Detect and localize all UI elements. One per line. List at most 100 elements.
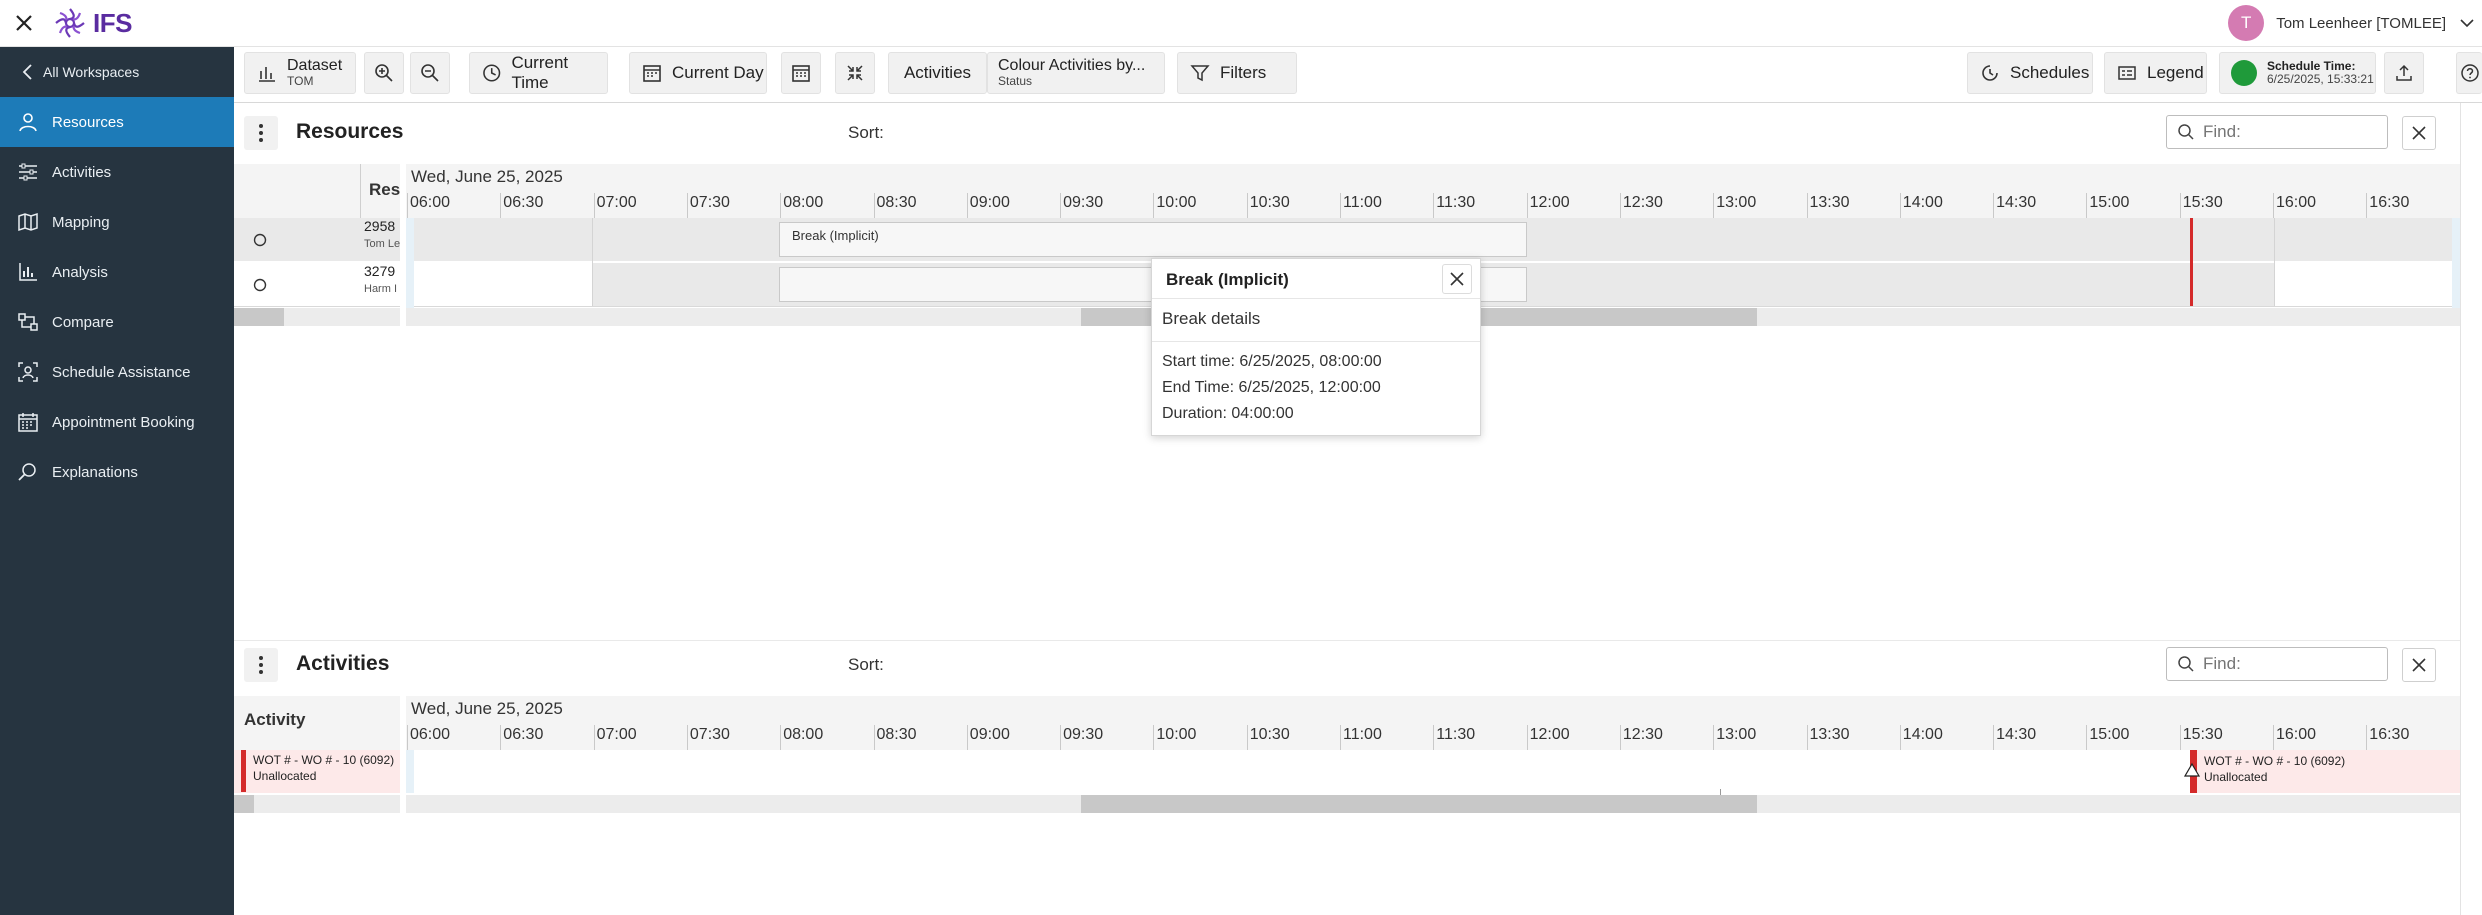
- activities-tick-label: 15:00: [2089, 726, 2130, 743]
- sidebar-item-analysis[interactable]: Analysis: [0, 247, 234, 297]
- activities-tick-label: 08:30: [876, 726, 917, 743]
- resources-column-header[interactable]: Reso: [369, 180, 403, 200]
- zoom-in-button[interactable]: [364, 52, 404, 94]
- activities-tick-line: [780, 725, 782, 750]
- zoom-out-button[interactable]: [410, 52, 450, 94]
- resources-find-field[interactable]: [2166, 115, 2388, 149]
- resource-select-radio[interactable]: [252, 277, 268, 293]
- activities-tick-label: 09:30: [1063, 726, 1104, 743]
- close-icon: [1450, 272, 1464, 286]
- resources-tick-line: [873, 193, 875, 218]
- schedules-button[interactable]: Schedules: [1967, 52, 2093, 94]
- all-workspaces-link[interactable]: All Workspaces: [0, 47, 234, 97]
- activities-timeline-scroll-thumb[interactable]: [1081, 795, 1757, 813]
- sidebar-item-compare[interactable]: Compare: [0, 297, 234, 347]
- schedule-time-status[interactable]: Schedule Time: 6/25/2025, 15:33:21: [2219, 52, 2376, 94]
- filters-button[interactable]: Filters: [1177, 52, 1297, 94]
- dataset-button[interactable]: Dataset TOM: [244, 52, 356, 94]
- resources-tick-label: 16:30: [2369, 194, 2410, 211]
- activities-tick-label: 07:00: [596, 726, 637, 743]
- activities-tick-line: [407, 725, 408, 750]
- resources-tick-line: [686, 193, 688, 218]
- resource-select-radio[interactable]: [252, 232, 268, 248]
- colour-value: Status: [998, 74, 1033, 89]
- resources-tick-line: [2273, 193, 2274, 218]
- current-day-button[interactable]: Current Day: [629, 52, 767, 94]
- legend-button[interactable]: Legend: [2104, 52, 2207, 94]
- bar-chart-icon: [259, 67, 275, 82]
- resources-left-scroll-thumb[interactable]: [234, 308, 284, 326]
- resource-id: 3279: [364, 263, 396, 279]
- top-bar: IFS T Tom Leenheer [TOMLEE]: [0, 0, 2482, 47]
- sidebar-item-label: Explanations: [52, 463, 138, 481]
- resources-tick-line: [1060, 193, 1062, 218]
- calendar-icon: [18, 413, 38, 432]
- export-button[interactable]: [2384, 52, 2424, 94]
- activity-timeline-row: [406, 750, 2460, 793]
- chevron-down-icon[interactable]: [2458, 14, 2476, 32]
- popup-divider: [1152, 341, 1480, 342]
- colour-activities-dropdown[interactable]: Colour Activities by... Status: [987, 52, 1165, 94]
- right-panel-edge: [2460, 103, 2482, 915]
- resources-tick-label: 15:30: [2182, 194, 2223, 211]
- user-menu[interactable]: T Tom Leenheer [TOMLEE]: [2228, 5, 2482, 41]
- break-block[interactable]: Break (Implicit): [779, 222, 1527, 257]
- resources-tick-line: [1153, 193, 1155, 218]
- activities-tick-line: [2273, 725, 2274, 750]
- close-icon[interactable]: [12, 11, 36, 35]
- avatar[interactable]: T: [2228, 5, 2265, 41]
- sidebar-item-activities[interactable]: Activities: [0, 147, 234, 197]
- resources-clear-button[interactable]: [2402, 116, 2436, 150]
- sidebar-item-label: Resources: [52, 113, 124, 131]
- sidebar-item-explanations[interactable]: Explanations: [0, 447, 234, 497]
- activities-menu-button[interactable]: [244, 648, 278, 682]
- fit-view-button[interactable]: [835, 52, 875, 94]
- activities-sort-label[interactable]: Sort:: [848, 655, 884, 675]
- popup-start-time: Start time: 6/25/2025, 08:00:00: [1162, 353, 1382, 370]
- zoom-in-icon: [375, 64, 393, 82]
- resources-tick-label: 08:30: [876, 194, 917, 211]
- break-block-label: Break (Implicit): [792, 228, 879, 243]
- activity-timeline-status: Unallocated: [2204, 770, 2268, 784]
- activities-clear-button[interactable]: [2402, 648, 2436, 682]
- activities-tick-line: [1619, 725, 1621, 750]
- activities-tick-label: 15:30: [2182, 726, 2223, 743]
- current-time-label: Current Time: [511, 53, 569, 92]
- sidebar-item-resources[interactable]: Resources: [0, 97, 234, 147]
- activities-find-input[interactable]: [2203, 654, 2373, 674]
- help-button[interactable]: [2456, 52, 2482, 94]
- activity-timeline-label: WOT # - WO # - 10 (6092): [2204, 754, 2346, 768]
- resources-tick-line: [966, 193, 968, 218]
- resources-sort-label[interactable]: Sort:: [848, 123, 884, 143]
- resources-tick-label: 10:30: [1249, 194, 1290, 211]
- resources-tick-line: [2086, 193, 2088, 218]
- resources-find-input[interactable]: [2203, 122, 2373, 142]
- activities-tick-label: 10:30: [1249, 726, 1290, 743]
- calendar-picker-button[interactable]: [781, 52, 821, 94]
- activity-row-status: Unallocated: [253, 769, 317, 783]
- resources-menu-button[interactable]: [244, 116, 278, 150]
- calendar-icon: [643, 65, 661, 82]
- upload-icon: [2396, 64, 2412, 81]
- compare-icon: [18, 313, 38, 331]
- activities-left-scroll-thumb[interactable]: [234, 795, 254, 813]
- schedule-time-value: 6/25/2025, 15:33:21: [2267, 72, 2374, 86]
- warning-triangle-icon: [2184, 762, 2200, 777]
- activities-left-scrollbar[interactable]: [234, 795, 400, 813]
- activities-tick-line: [2086, 725, 2088, 750]
- activities-button[interactable]: Activities: [888, 52, 987, 94]
- logo-text: IFS: [93, 7, 132, 38]
- activities-column-header[interactable]: Activity: [244, 710, 305, 730]
- activities-tick-label: 09:00: [969, 726, 1010, 743]
- activities-find-field[interactable]: [2166, 647, 2388, 681]
- resources-tick-label: 12:30: [1622, 194, 1663, 211]
- calendar-grid-icon: [792, 65, 810, 82]
- sidebar-item-appointment-booking[interactable]: Appointment Booking: [0, 397, 234, 447]
- activities-tick-line: [1246, 725, 1248, 750]
- sidebar-item-mapping[interactable]: Mapping: [0, 197, 234, 247]
- popup-close-button[interactable]: [1442, 264, 1472, 294]
- current-time-line: [2190, 218, 2193, 306]
- current-time-button[interactable]: Current Time: [469, 52, 608, 94]
- sidebar-item-schedule-assistance[interactable]: Schedule Assistance: [0, 347, 234, 397]
- activities-tick-label: 06:30: [503, 726, 544, 743]
